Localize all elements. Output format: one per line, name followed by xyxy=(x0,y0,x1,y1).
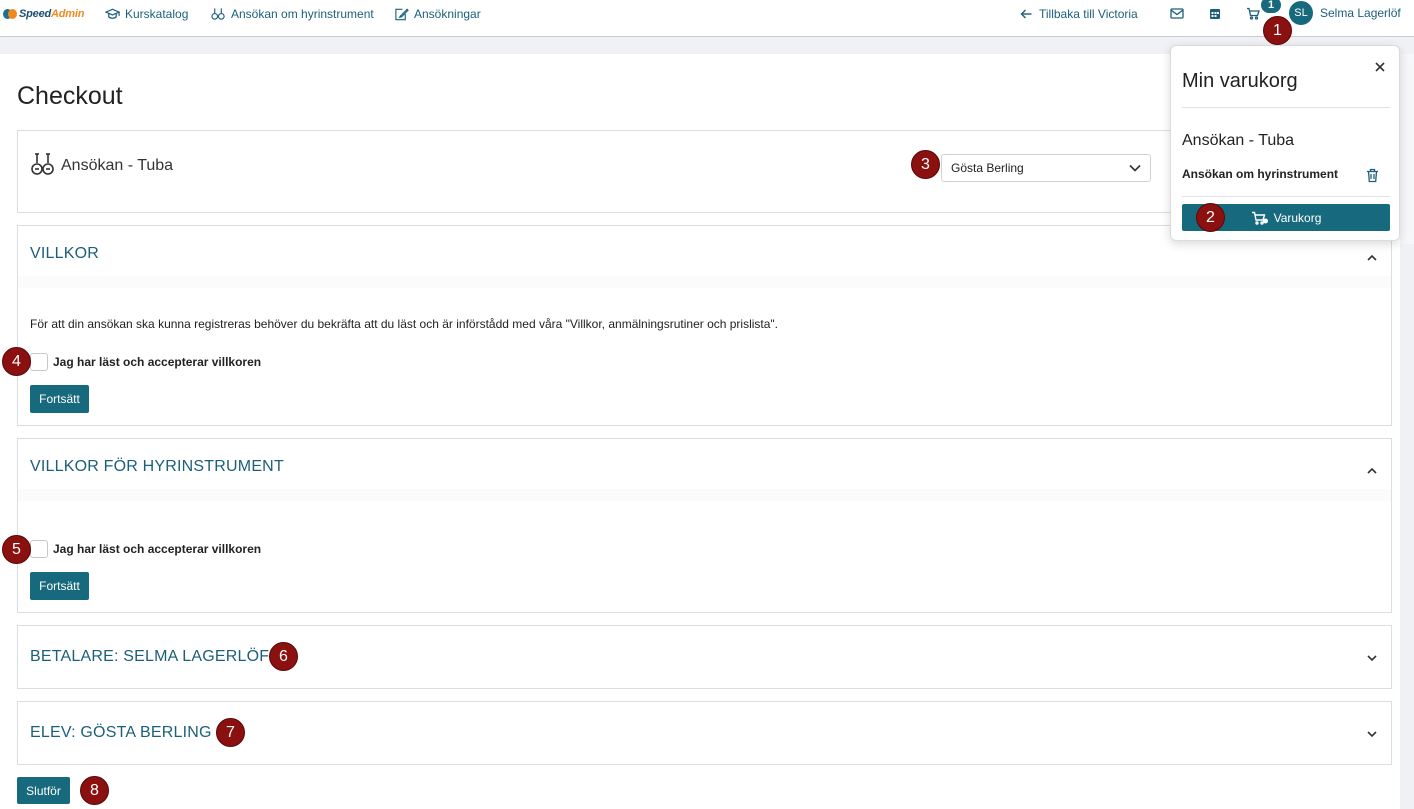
villkor-continue-button[interactable]: Fortsätt xyxy=(30,385,89,413)
arrow-left-icon xyxy=(1020,9,1032,19)
annotation-marker-2: 2 xyxy=(1196,203,1225,232)
user-avatar[interactable]: SL xyxy=(1289,1,1313,25)
user-name-link[interactable]: Selma Lagerlöf xyxy=(1320,6,1401,20)
chevron-up-icon[interactable] xyxy=(1365,251,1379,265)
nav-kurskatalog[interactable]: Kurskatalog xyxy=(105,6,188,22)
guitars-icon xyxy=(211,8,225,20)
cart-button[interactable] xyxy=(1245,6,1261,21)
cart-count-badge: 1 xyxy=(1261,0,1281,13)
annotation-marker-1: 1 xyxy=(1263,16,1292,45)
betalare-title: BETALARE: SELMA LAGERLÖF xyxy=(30,648,270,665)
shopping-cart-icon xyxy=(1247,7,1260,20)
hyrinstrument-villkor-section: VILLKOR FÖR HYRINSTRUMENT Jag har läst o… xyxy=(17,438,1392,613)
cart-item-subtitle: Ansökan om hyrinstrument xyxy=(1182,167,1339,181)
page-title: Checkout xyxy=(17,82,123,110)
elev-title: ELEV: GÖSTA BERLING xyxy=(30,724,212,741)
annotation-marker-4: 4 xyxy=(2,347,31,376)
guitars-icon xyxy=(31,153,54,175)
villkor-text: För att din ansökan ska kunna registrera… xyxy=(30,317,779,331)
mail-icon xyxy=(1170,8,1184,19)
close-icon[interactable] xyxy=(1374,61,1386,73)
villkor-title: VILLKOR xyxy=(30,245,99,262)
graduation-cap-icon xyxy=(105,8,120,19)
product-title: Ansökan - Tuba xyxy=(61,157,174,174)
hyrinstrument-villkor-title: VILLKOR FÖR HYRINSTRUMENT xyxy=(30,458,284,475)
annotation-marker-5: 5 xyxy=(2,535,31,564)
nav-ansokningar[interactable]: Ansökningar xyxy=(394,6,481,22)
mail-button[interactable] xyxy=(1169,6,1185,21)
speedadmin-logo[interactable]: SpeedAdmin xyxy=(3,6,84,22)
annotation-marker-8: 8 xyxy=(80,776,109,805)
hyrinstrument-checkbox-label[interactable]: Jag har läst och accepterar villkoren xyxy=(53,542,261,556)
villkor-checkbox-label[interactable]: Jag har läst och accepterar villkoren xyxy=(53,355,261,369)
cart-title: Min varukorg xyxy=(1182,70,1298,92)
hyrinstrument-continue-button[interactable]: Fortsätt xyxy=(30,572,89,600)
annotation-marker-6: 6 xyxy=(269,642,298,671)
villkor-checkbox[interactable] xyxy=(30,353,48,371)
finish-button[interactable]: Slutför xyxy=(17,777,70,804)
student-select[interactable]: Gösta Berling xyxy=(941,154,1151,182)
logo-text: SpeedAdmin xyxy=(19,8,85,20)
divider xyxy=(1182,107,1390,108)
annotation-marker-7: 7 xyxy=(216,718,245,747)
logo-mark-icon xyxy=(3,7,17,21)
chevron-up-icon[interactable] xyxy=(1365,464,1379,478)
top-navbar: SpeedAdmin Kurskatalog Ansökan om hyrins… xyxy=(0,0,1414,37)
trash-icon[interactable] xyxy=(1366,168,1379,183)
hyrinstrument-checkbox[interactable] xyxy=(30,540,48,558)
villkor-section: VILLKOR För att din ansökan ska kunna re… xyxy=(17,225,1392,426)
nav-ansokan-hyrinstrument[interactable]: Ansökan om hyrinstrument xyxy=(211,6,374,22)
calendar-icon xyxy=(1210,9,1220,19)
chevron-down-icon xyxy=(1129,164,1141,172)
chevron-down-icon[interactable] xyxy=(1365,651,1379,665)
calendar-button[interactable] xyxy=(1207,6,1223,21)
cart-item-title: Ansökan - Tuba xyxy=(1182,132,1295,149)
chevron-down-icon[interactable] xyxy=(1365,727,1379,741)
annotation-marker-3: 3 xyxy=(911,150,940,179)
cart-plus-icon xyxy=(1251,211,1268,225)
edit-document-icon xyxy=(395,8,409,21)
divider xyxy=(1182,196,1390,197)
betalare-section[interactable]: BETALARE: SELMA LAGERLÖF xyxy=(17,625,1392,689)
back-to-victoria-link[interactable]: Tillbaka till Victoria xyxy=(1019,6,1138,22)
